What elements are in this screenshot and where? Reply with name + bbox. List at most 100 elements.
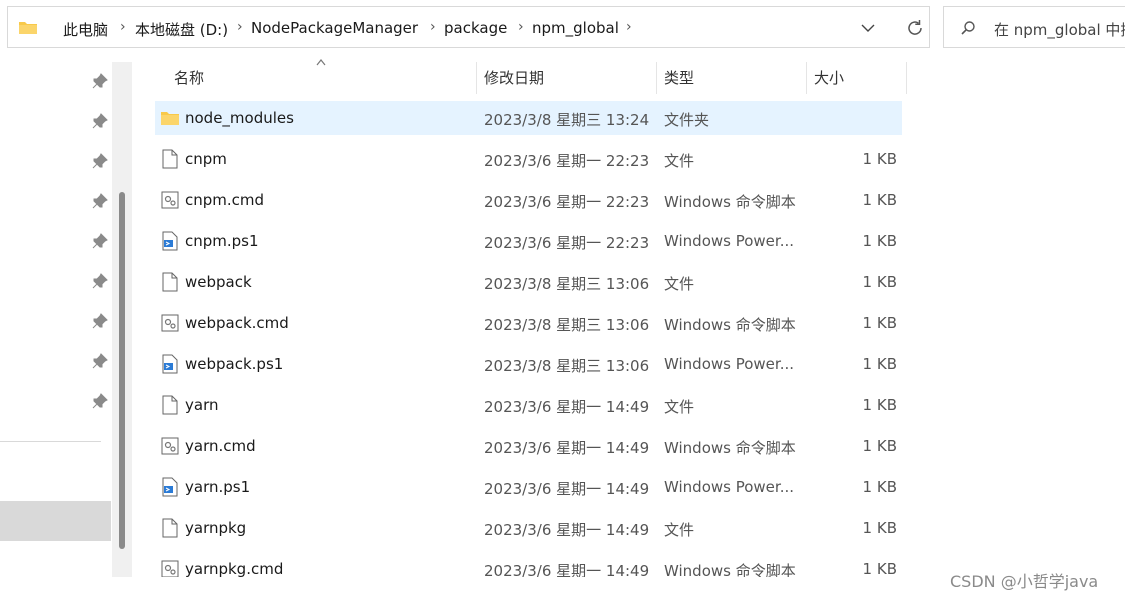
column-header-date[interactable]: 修改日期 bbox=[484, 67, 544, 88]
file-date: 2023/3/8 星期三 13:24 bbox=[484, 111, 650, 129]
file-name: cnpm.ps1 bbox=[185, 232, 259, 250]
file-row[interactable]: cnpm 2023/3/6 星期一 22:23 文件 1 KB bbox=[155, 142, 902, 176]
file-name: yarnpkg.cmd bbox=[185, 560, 284, 577]
folder-icon bbox=[161, 112, 179, 125]
file-row[interactable]: yarn.ps1 2023/3/6 星期一 14:49 Windows Powe… bbox=[155, 470, 902, 504]
pin-icon[interactable] bbox=[92, 273, 108, 289]
file-name: yarnpkg bbox=[185, 519, 247, 537]
column-divider[interactable] bbox=[476, 62, 477, 94]
file-date: 2023/3/8 星期三 13:06 bbox=[484, 357, 650, 375]
file-row[interactable]: cnpm.ps1 2023/3/6 星期一 22:23 Windows Powe… bbox=[155, 224, 902, 258]
pin-icon[interactable] bbox=[92, 113, 108, 129]
file-size: 1 KB bbox=[862, 273, 897, 291]
pin-icon[interactable] bbox=[92, 193, 108, 209]
pin-icon[interactable] bbox=[92, 313, 108, 329]
file-icon bbox=[162, 149, 178, 169]
file-type: Windows 命令脚本 bbox=[664, 439, 796, 457]
file-name: cnpm.cmd bbox=[185, 191, 265, 209]
file-row[interactable]: yarnpkg 2023/3/6 星期一 14:49 文件 1 KB bbox=[155, 511, 902, 545]
ps1-file-icon bbox=[162, 477, 178, 497]
file-row[interactable]: node_modules 2023/3/8 星期三 13:24 文件夹 bbox=[155, 101, 902, 135]
file-date: 2023/3/6 星期一 22:23 bbox=[484, 234, 650, 252]
search-box[interactable]: 在 npm_global 中搜 bbox=[943, 6, 1125, 48]
file-date: 2023/3/8 星期三 13:06 bbox=[484, 316, 650, 334]
file-row[interactable]: yarn 2023/3/6 星期一 14:49 文件 1 KB bbox=[155, 388, 902, 422]
column-header-name[interactable]: 名称 bbox=[174, 67, 204, 88]
breadcrumb-npm-global[interactable]: npm_global bbox=[532, 19, 619, 37]
search-placeholder[interactable]: 在 npm_global 中搜 bbox=[994, 19, 1125, 40]
file-type: 文件 bbox=[664, 152, 695, 170]
file-size: 1 KB bbox=[862, 437, 897, 455]
nav-selected-item[interactable] bbox=[0, 501, 111, 541]
file-date: 2023/3/6 星期一 14:49 bbox=[484, 480, 650, 498]
pin-icon[interactable] bbox=[92, 393, 108, 409]
file-size: 1 KB bbox=[862, 478, 897, 496]
file-type: Windows Power... bbox=[664, 232, 795, 250]
sort-ascending-icon bbox=[316, 59, 326, 66]
file-row[interactable]: webpack.ps1 2023/3/8 星期三 13:06 Windows P… bbox=[155, 347, 902, 381]
chevron-right-icon[interactable]: › bbox=[120, 19, 126, 35]
chevron-right-icon[interactable]: › bbox=[237, 19, 243, 35]
chevron-down-icon[interactable] bbox=[860, 20, 876, 36]
file-row[interactable]: webpack 2023/3/8 星期三 13:06 文件 1 KB bbox=[155, 265, 902, 299]
refresh-icon[interactable] bbox=[905, 18, 925, 38]
watermark: CSDN @小哲学java bbox=[950, 572, 1099, 591]
file-size: 1 KB bbox=[862, 560, 897, 577]
pin-icon[interactable] bbox=[92, 353, 108, 369]
breadcrumb-nodepackagemanager[interactable]: NodePackageManager bbox=[251, 19, 418, 37]
file-row[interactable]: webpack.cmd 2023/3/8 星期三 13:06 Windows 命… bbox=[155, 306, 902, 340]
file-size: 1 KB bbox=[862, 396, 897, 414]
cmd-file-icon bbox=[161, 314, 179, 332]
file-type: 文件夹 bbox=[664, 111, 710, 129]
chevron-right-icon[interactable]: › bbox=[518, 19, 524, 35]
column-header-type[interactable]: 类型 bbox=[664, 67, 694, 88]
file-name: webpack bbox=[185, 273, 252, 291]
file-row[interactable]: yarnpkg.cmd 2023/3/6 星期一 14:49 Windows 命… bbox=[155, 552, 902, 577]
nav-scrollbar-thumb[interactable] bbox=[119, 192, 125, 549]
file-size: 1 KB bbox=[862, 355, 897, 373]
column-divider[interactable] bbox=[806, 62, 807, 94]
cmd-file-icon bbox=[161, 191, 179, 209]
column-divider[interactable] bbox=[656, 62, 657, 94]
file-name: yarn bbox=[185, 396, 219, 414]
file-size: 1 KB bbox=[862, 314, 897, 332]
file-size: 1 KB bbox=[862, 519, 897, 537]
file-icon bbox=[162, 272, 178, 292]
file-type: Windows Power... bbox=[664, 355, 795, 373]
file-date: 2023/3/6 星期一 22:23 bbox=[484, 152, 650, 170]
file-name: webpack.ps1 bbox=[185, 355, 284, 373]
column-header-size[interactable]: 大小 bbox=[814, 67, 844, 88]
file-type: 文件 bbox=[664, 521, 695, 539]
file-size: 1 KB bbox=[862, 150, 897, 168]
file-date: 2023/3/8 星期三 13:06 bbox=[484, 275, 650, 293]
pin-icon[interactable] bbox=[92, 233, 108, 249]
column-divider[interactable] bbox=[906, 62, 907, 94]
file-icon bbox=[162, 518, 178, 538]
file-date: 2023/3/6 星期一 14:49 bbox=[484, 562, 650, 577]
file-size: 1 KB bbox=[862, 232, 897, 250]
file-name: yarn.cmd bbox=[185, 437, 256, 455]
folder-icon bbox=[19, 22, 37, 34]
ps1-file-icon bbox=[162, 354, 178, 374]
file-type: 文件 bbox=[664, 275, 695, 293]
file-row[interactable]: yarn.cmd 2023/3/6 星期一 14:49 Windows 命令脚本… bbox=[155, 429, 902, 463]
chevron-right-icon[interactable]: › bbox=[430, 19, 436, 35]
pin-icon[interactable] bbox=[92, 73, 108, 89]
file-name: webpack.cmd bbox=[185, 314, 289, 332]
chevron-right-icon[interactable]: › bbox=[626, 19, 632, 35]
cmd-file-icon bbox=[161, 437, 179, 455]
file-date: 2023/3/6 星期一 14:49 bbox=[484, 521, 650, 539]
cmd-file-icon bbox=[161, 560, 179, 577]
file-row[interactable]: cnpm.cmd 2023/3/6 星期一 22:23 Windows 命令脚本… bbox=[155, 183, 902, 217]
nav-divider bbox=[0, 441, 101, 442]
ps1-file-icon bbox=[162, 231, 178, 251]
pin-icon[interactable] bbox=[92, 153, 108, 169]
file-name: cnpm bbox=[185, 150, 227, 168]
breadcrumb-drive-d[interactable]: 本地磁盘 (D:) bbox=[135, 19, 228, 40]
file-date: 2023/3/6 星期一 14:49 bbox=[484, 398, 650, 416]
file-type: 文件 bbox=[664, 398, 695, 416]
file-type: Windows 命令脚本 bbox=[664, 316, 796, 334]
address-bar[interactable]: 此电脑 › 本地磁盘 (D:) › NodePackageManager › p… bbox=[7, 6, 930, 48]
breadcrumb-package[interactable]: package bbox=[444, 19, 507, 37]
breadcrumb-this-pc[interactable]: 此电脑 bbox=[63, 19, 108, 40]
